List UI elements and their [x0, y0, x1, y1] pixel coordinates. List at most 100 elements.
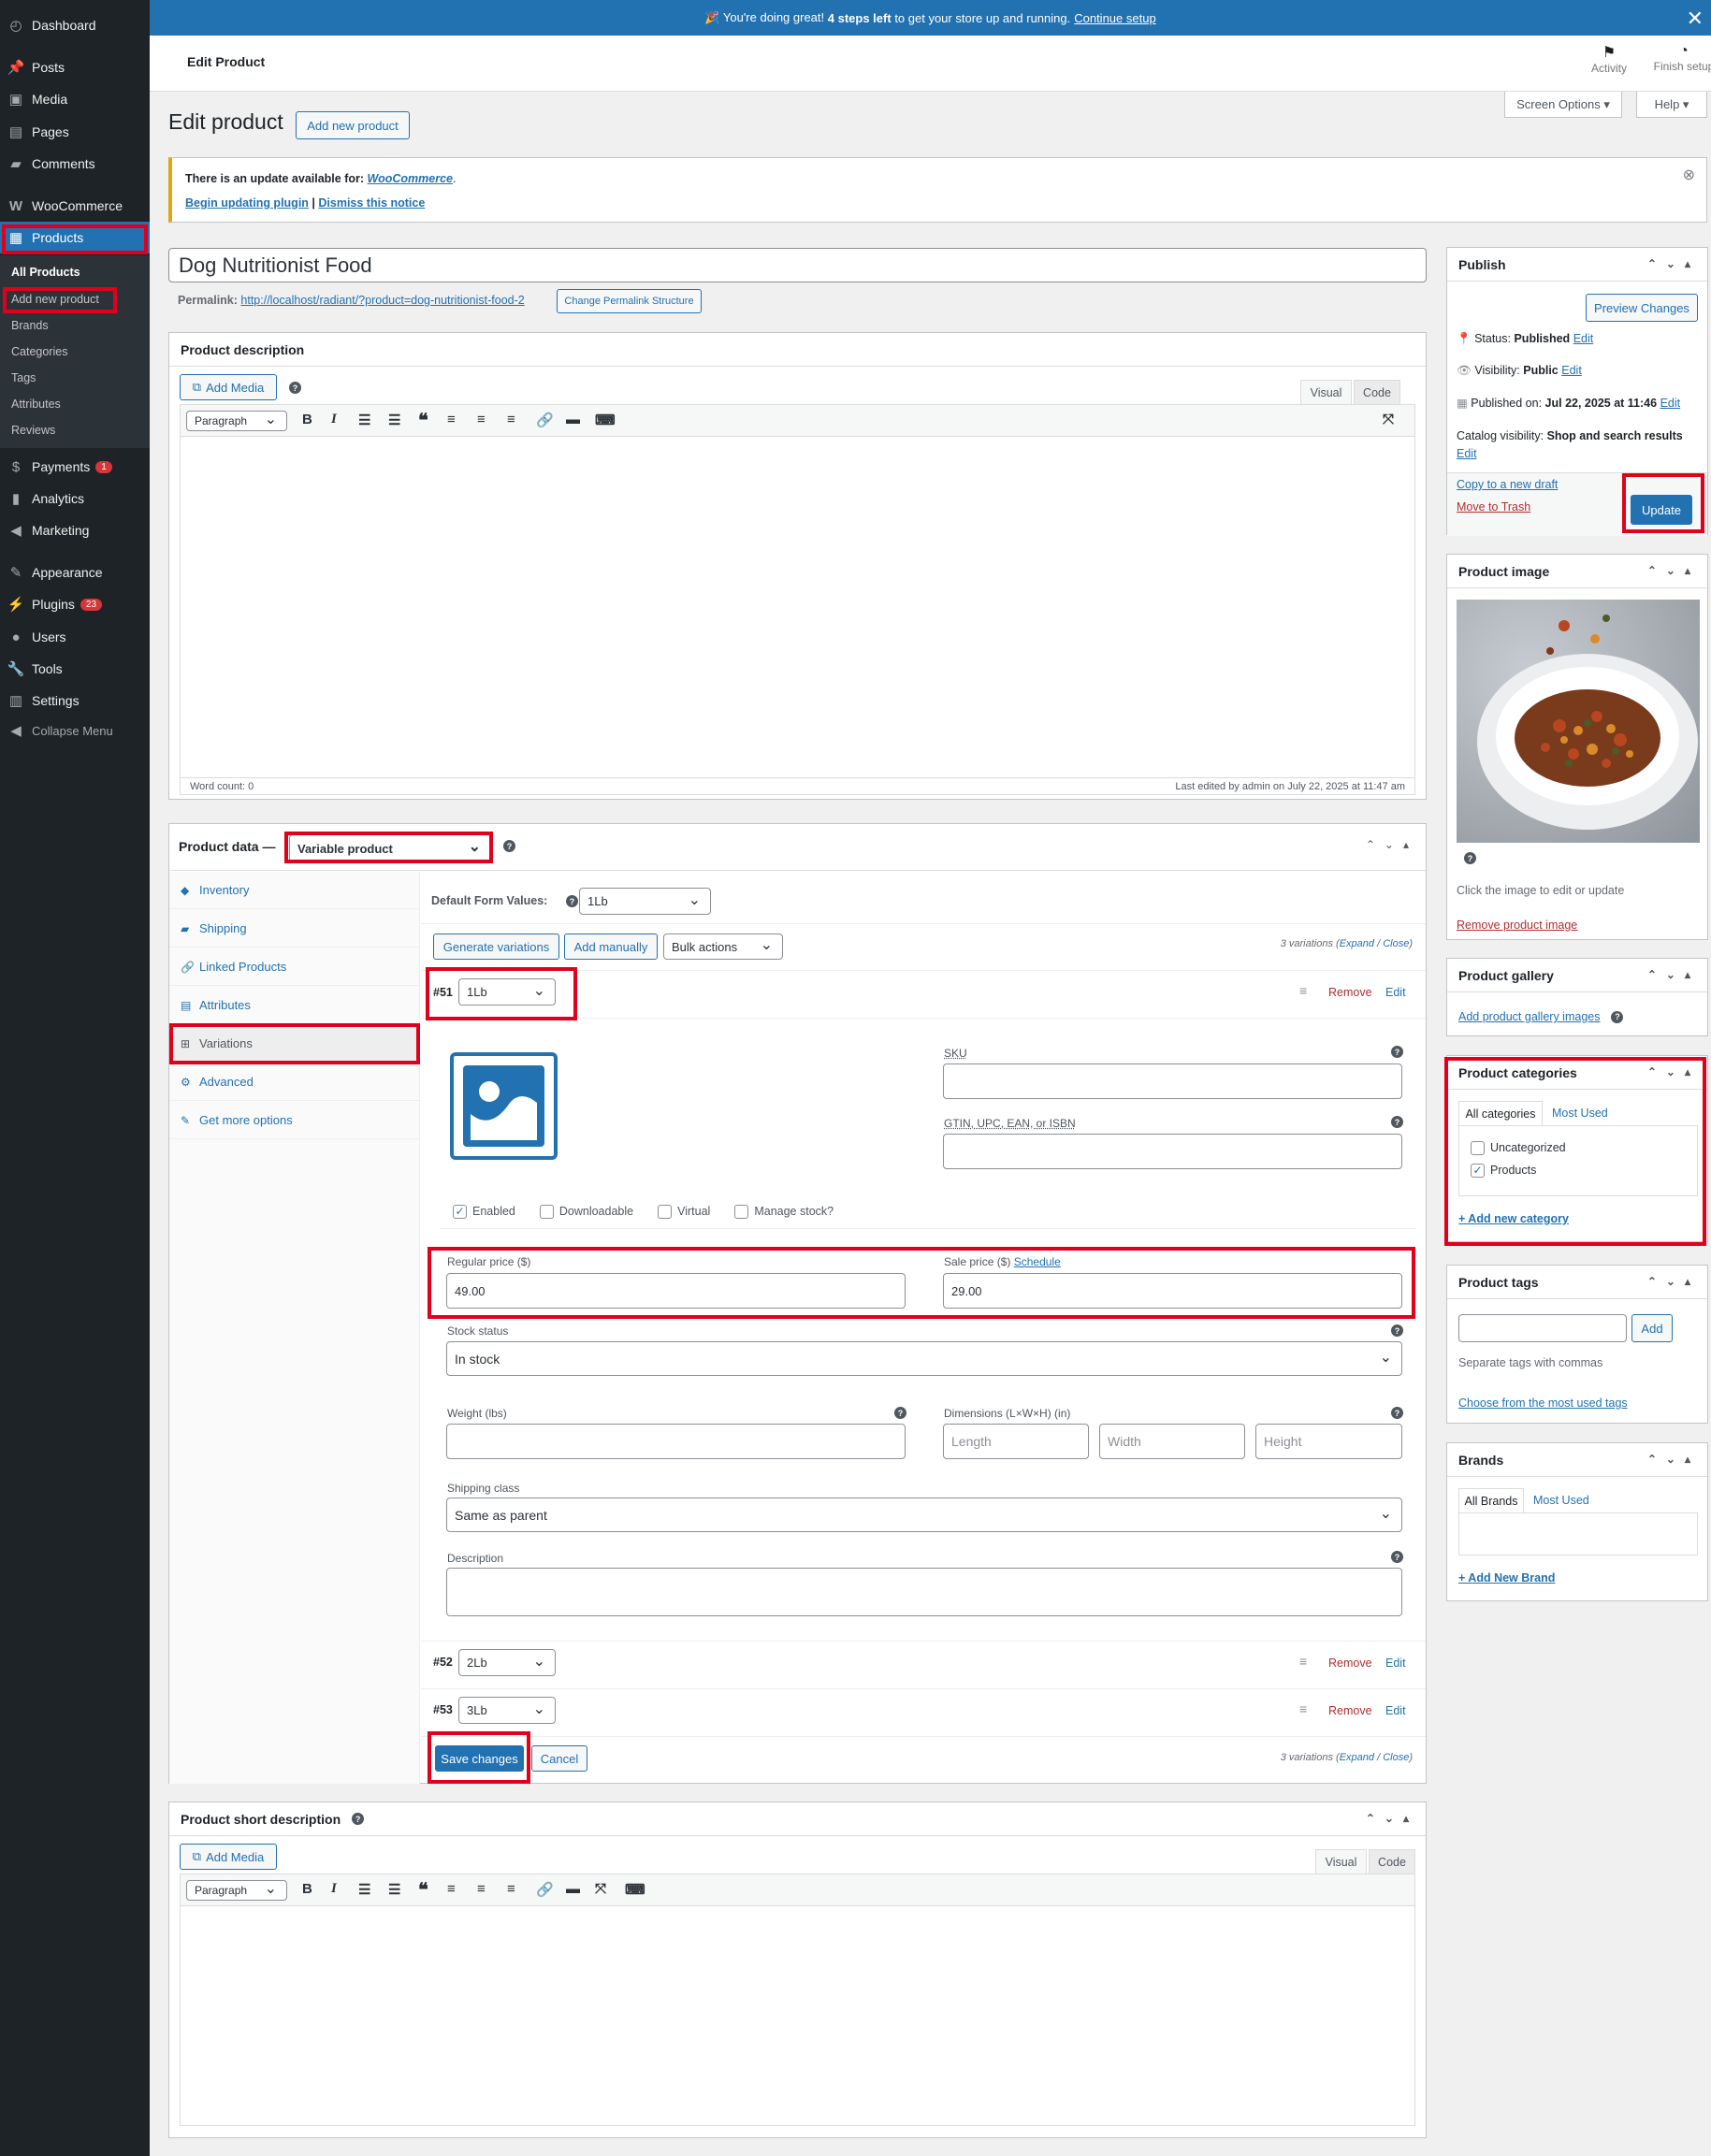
variation-image-placeholder[interactable] — [450, 1052, 558, 1160]
edit-visibility-link[interactable]: Edit — [1561, 364, 1582, 377]
submenu-categories[interactable]: Categories — [11, 345, 67, 358]
expand-link[interactable]: Expand — [1340, 1752, 1374, 1763]
dismiss-notice-link[interactable]: Dismiss this notice — [318, 196, 425, 210]
sidebar-item-appearance[interactable]: ✎ Appearance — [0, 557, 150, 588]
downloadable-checkbox[interactable]: Downloadable — [539, 1205, 633, 1220]
submenu-attributes[interactable]: Attributes — [11, 398, 61, 411]
add-new-product-button[interactable]: Add new product — [296, 111, 410, 139]
align-right-icon[interactable]: ≡ — [507, 412, 515, 427]
woocommerce-plugin-link[interactable]: WooCommerce — [368, 172, 453, 185]
sku-input[interactable] — [943, 1064, 1402, 1099]
edit-variation-52[interactable]: Edit — [1385, 1657, 1406, 1670]
regular-price-input[interactable]: 49.00 — [446, 1273, 906, 1309]
tab-get-more-options[interactable]: ✎ Get more options — [169, 1102, 420, 1139]
tab-inventory[interactable]: ◆ Inventory — [169, 872, 420, 909]
sidebar-item-users[interactable]: ● Users — [0, 621, 150, 653]
bold-icon[interactable]: B — [302, 412, 312, 427]
sidebar-item-posts[interactable]: 📌 Posts — [0, 51, 150, 83]
tab-all-categories[interactable]: All categories — [1458, 1101, 1543, 1125]
manage-stock-checkbox[interactable]: Manage stock? — [734, 1205, 834, 1220]
move-to-trash-link[interactable]: Move to Trash — [1457, 500, 1530, 514]
box-controls[interactable]: ⌃⌄▴ — [1647, 1065, 1700, 1078]
align-left-icon[interactable]: ≡ — [447, 1881, 456, 1897]
product-image[interactable] — [1457, 600, 1700, 843]
shipping-class-select[interactable]: Same as parent — [446, 1498, 1402, 1532]
length-input[interactable]: Length — [943, 1424, 1089, 1459]
dismiss-icon[interactable]: ⊗ — [1683, 166, 1695, 184]
link-icon[interactable]: 🔗 — [536, 1881, 554, 1898]
tab-most-used[interactable]: Most Used — [1552, 1107, 1608, 1120]
sidebar-item-dashboard[interactable]: ◴ Dashboard — [0, 9, 150, 41]
tab-shipping[interactable]: ▰ Shipping — [169, 910, 420, 948]
add-tag-button[interactable]: Add — [1631, 1314, 1673, 1342]
blockquote-icon[interactable]: ❝ — [418, 1878, 428, 1902]
height-input[interactable]: Height — [1255, 1424, 1402, 1459]
short-editor-area[interactable]: Paragraph B I ☰ ☰ ❝ ≡ ≡ ≡ 🔗 ▬ ⤧ ⌨ — [180, 1874, 1415, 2126]
sale-price-input[interactable]: 29.00 — [943, 1273, 1402, 1309]
product-title-input[interactable]: Dog Nutritionist Food — [168, 248, 1427, 282]
box-controls[interactable]: ⌃⌄▴ — [1647, 257, 1700, 270]
add-new-category-link[interactable]: + Add new category — [1458, 1212, 1569, 1225]
cancel-button[interactable]: Cancel — [531, 1745, 587, 1772]
sidebar-item-plugins[interactable]: ⚡ Plugins 23 — [0, 588, 150, 620]
tag-input[interactable] — [1458, 1314, 1627, 1342]
variation-53-attribute-select[interactable]: 3Lb — [458, 1697, 556, 1724]
enabled-checkbox[interactable]: ✓ Enabled — [453, 1205, 515, 1220]
link-icon[interactable]: 🔗 — [536, 412, 554, 428]
add-media-button[interactable]: ⧉ Add Media — [180, 1844, 277, 1870]
sidebar-item-comments[interactable]: ▰ Comments — [0, 148, 150, 180]
read-more-icon[interactable]: ▬ — [566, 1881, 580, 1897]
sidebar-item-payments[interactable]: $ Payments 1 — [0, 451, 150, 483]
box-controls[interactable]: ⌃⌄▴ — [1647, 968, 1700, 981]
box-controls[interactable]: ⌃⌄▴ — [1366, 1812, 1418, 1825]
sidebar-collapse-menu[interactable]: ◀ Collapse Menu — [0, 715, 150, 746]
tab-attributes[interactable]: ▤ Attributes — [169, 987, 420, 1024]
align-center-icon[interactable]: ≡ — [477, 412, 486, 427]
activity-button[interactable]: ⚑ Activity — [1581, 43, 1637, 75]
italic-icon[interactable]: I — [331, 1881, 337, 1897]
box-controls[interactable]: ⌃⌄▴ — [1647, 564, 1700, 577]
continue-setup-link[interactable]: Continue setup — [1074, 11, 1155, 25]
add-gallery-images-link[interactable]: Add product gallery images — [1458, 1010, 1600, 1023]
italic-icon[interactable]: I — [331, 412, 337, 427]
permalink-link[interactable]: http://localhost/radiant/?product=dog-nu… — [240, 294, 524, 307]
sidebar-item-tools[interactable]: 🔧 Tools — [0, 653, 150, 685]
fullscreen-icon[interactable]: ⤧ — [595, 1881, 606, 1897]
toolbar-toggle-icon[interactable]: ⌨ — [595, 412, 616, 428]
begin-updating-link[interactable]: Begin updating plugin — [185, 196, 309, 210]
virtual-checkbox[interactable]: Virtual — [658, 1205, 710, 1220]
tab-visual[interactable]: Visual — [1315, 1849, 1367, 1874]
align-left-icon[interactable]: ≡ — [447, 412, 456, 427]
drag-handle-icon[interactable]: ≡ — [1299, 1654, 1307, 1669]
finish-setup-button[interactable]: ◔ Finish setup — [1646, 43, 1711, 73]
tab-code[interactable]: Code — [1369, 1849, 1415, 1874]
drag-handle-icon[interactable]: ≡ — [1299, 1701, 1307, 1716]
expand-link[interactable]: Expand — [1340, 938, 1374, 949]
edit-variation-51[interactable]: Edit — [1385, 986, 1406, 999]
format-select[interactable]: Paragraph — [186, 411, 287, 431]
preview-changes-button[interactable]: Preview Changes — [1586, 294, 1698, 322]
remove-variation-53[interactable]: Remove — [1328, 1704, 1372, 1717]
category-uncategorized[interactable]: Uncategorized — [1471, 1141, 1566, 1156]
tab-advanced[interactable]: ⚙ Advanced — [169, 1064, 420, 1101]
tab-code[interactable]: Code — [1354, 380, 1400, 404]
box-controls[interactable]: ⌃⌄▴ — [1647, 1453, 1700, 1466]
copy-to-draft-link[interactable]: Copy to a new draft — [1457, 478, 1558, 491]
default-form-value-select[interactable]: 1Lb — [579, 888, 711, 915]
help-button[interactable]: Help ▾ — [1636, 92, 1707, 118]
numbered-list-icon[interactable]: ☰ — [388, 1881, 400, 1898]
editor-area[interactable]: Paragraph B I ☰ ☰ ❝ ≡ ≡ ≡ 🔗 ▬ ⌨ ⤧ — [180, 404, 1415, 778]
tab-linked-products[interactable]: 🔗 Linked Products — [169, 948, 420, 986]
tab-all-brands[interactable]: All Brands — [1458, 1488, 1524, 1512]
bullet-list-icon[interactable]: ☰ — [358, 1881, 370, 1898]
bullet-list-icon[interactable]: ☰ — [358, 412, 370, 428]
variation-description-textarea[interactable] — [446, 1568, 1402, 1616]
change-permalink-button[interactable]: Change Permalink Structure — [557, 289, 702, 313]
close-link[interactable]: Close — [1383, 938, 1409, 949]
edit-date-link[interactable]: Edit — [1660, 397, 1681, 410]
gtin-input[interactable] — [943, 1134, 1402, 1169]
choose-tags-link[interactable]: Choose from the most used tags — [1458, 1396, 1628, 1410]
add-media-button[interactable]: ⧉ Add Media — [180, 374, 277, 400]
sidebar-item-products[interactable]: ▦ Products — [0, 222, 150, 253]
edit-status-link[interactable]: Edit — [1573, 332, 1594, 345]
